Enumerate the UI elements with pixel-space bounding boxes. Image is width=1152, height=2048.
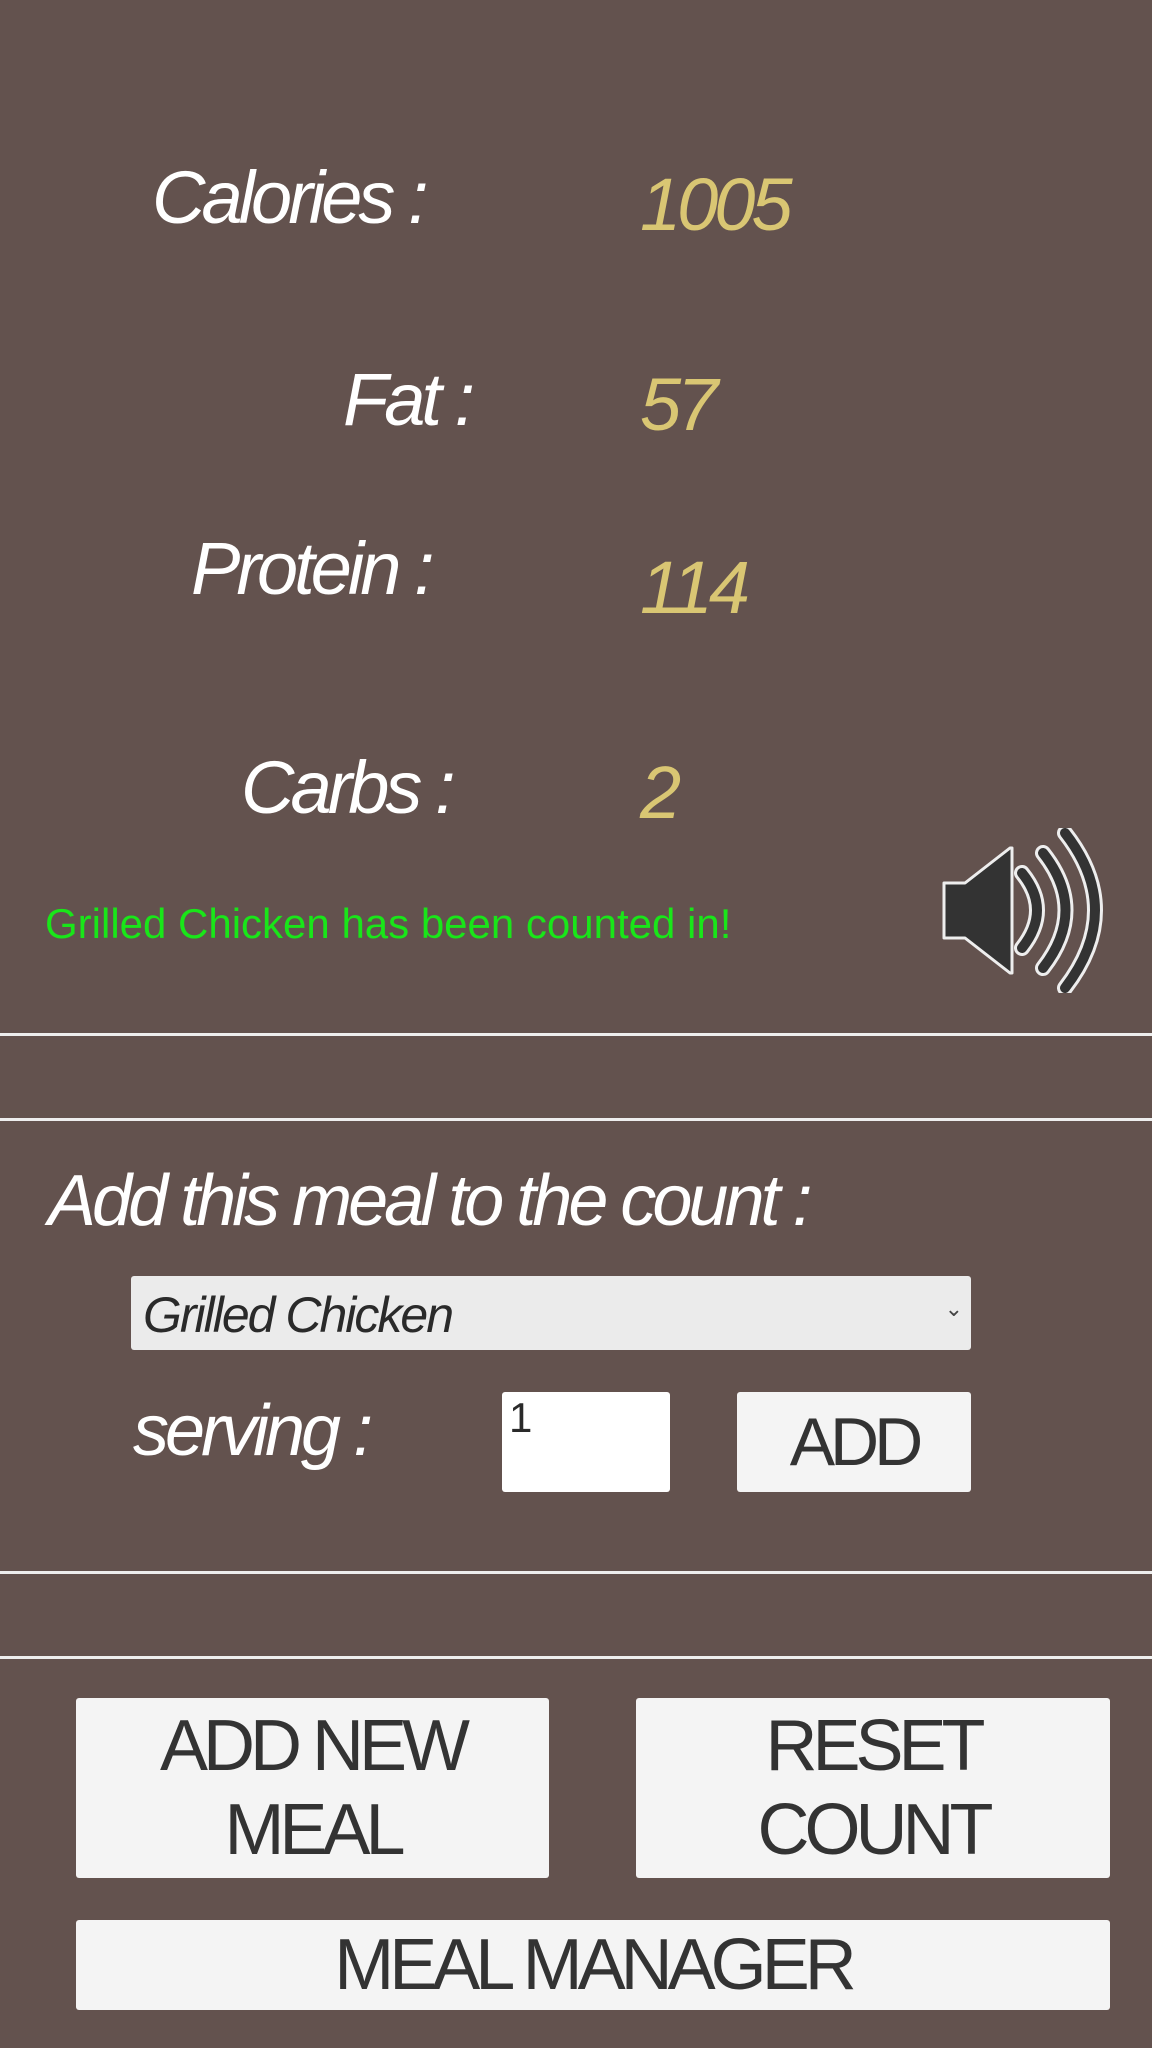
reset-count-label-line1: RESET — [765, 1706, 985, 1786]
divider — [0, 1656, 1152, 1659]
add-new-meal-label-line1: ADD NEW — [160, 1706, 470, 1786]
divider — [0, 1033, 1152, 1036]
reset-count-button[interactable]: RESET COUNT — [636, 1698, 1110, 1878]
status-message: Grilled Chicken has been counted in! — [45, 900, 732, 947]
meal-manager-label: MEAL MANAGER — [334, 1925, 856, 2005]
protein-label: Protein : — [191, 527, 435, 610]
carbs-label: Carbs : — [241, 746, 456, 829]
add-new-meal-button[interactable]: ADD NEW MEAL — [76, 1698, 549, 1878]
meal-select[interactable]: Grilled Chicken ⌄ — [131, 1276, 971, 1350]
serving-input[interactable]: 1 — [502, 1392, 670, 1492]
speaker-volume-icon[interactable] — [940, 825, 1115, 996]
chevron-down-icon: ⌄ — [944, 1296, 963, 1321]
calories-value: 1005 — [640, 163, 793, 246]
serving-value: 1 — [509, 1394, 533, 1441]
meal-manager-button[interactable]: MEAL MANAGER — [76, 1920, 1110, 2010]
add-meal-heading: Add this meal to the count : — [48, 1161, 813, 1241]
calories-label: Calories : — [152, 156, 429, 239]
fat-value: 57 — [640, 363, 718, 446]
reset-count-label-line2: COUNT — [757, 1790, 994, 1870]
add-button[interactable]: ADD — [737, 1392, 971, 1492]
protein-value: 114 — [640, 546, 750, 629]
fat-label: Fat : — [343, 358, 475, 441]
add-new-meal-label-line2: MEAL — [224, 1790, 405, 1870]
serving-label: serving : — [133, 1391, 373, 1471]
selected-meal: Grilled Chicken — [143, 1287, 454, 1343]
add-button-label: ADD — [789, 1404, 924, 1480]
divider — [0, 1571, 1152, 1574]
divider — [0, 1118, 1152, 1121]
carbs-value: 2 — [640, 751, 681, 834]
